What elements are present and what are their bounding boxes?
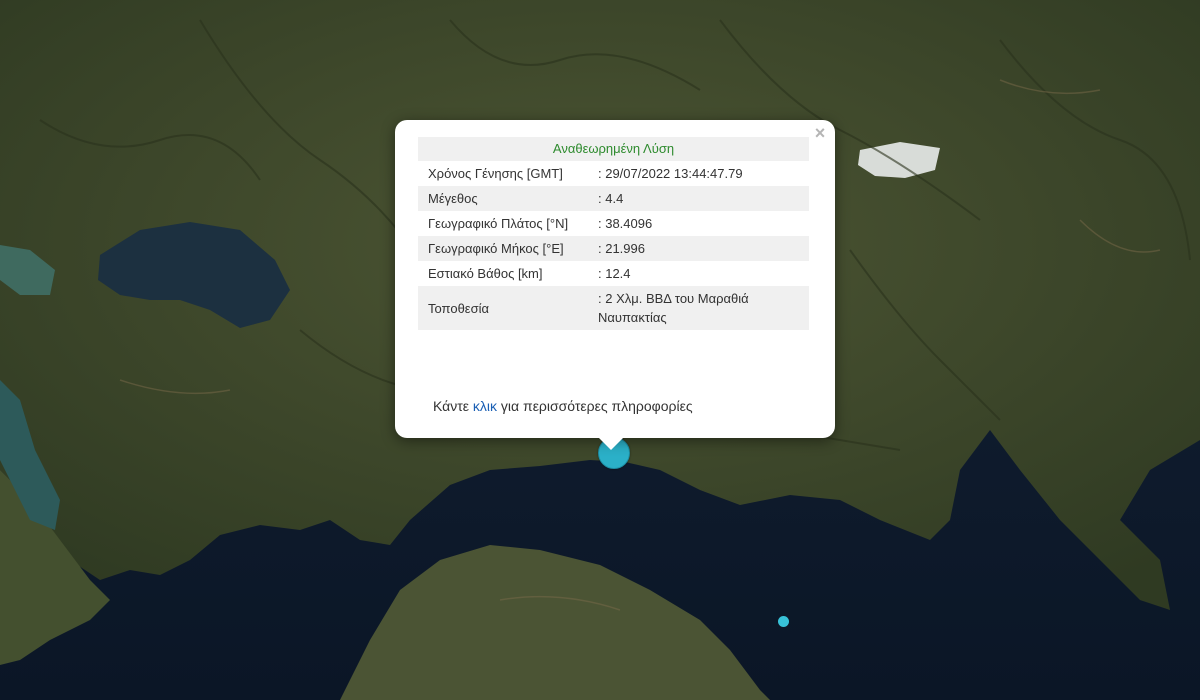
latitude-label: Γεωγραφικό Πλάτος [°N] [428, 216, 569, 231]
more-info-suffix: για περισσότερες πληροφορίες [497, 398, 693, 414]
location-label: Τοποθεσία [418, 286, 588, 330]
magnitude-value: : 4.4 [588, 186, 809, 211]
table-row: Εστιακό Βάθος [km] : 12.4 [418, 261, 809, 286]
depth-value: : 12.4 [598, 266, 631, 281]
origin-time-label: Χρόνος Γένησης [GMT] [428, 166, 563, 181]
earthquake-details-table: Χρόνος Γένησης [GMT] : 29/07/2022 13:44:… [418, 161, 809, 330]
more-info-link[interactable]: κλικ [473, 398, 497, 414]
table-row: Γεωγραφικό Πλάτος [°N] : 38.4096 [418, 211, 809, 236]
longitude-value: : 21.996 [588, 236, 809, 261]
longitude-label: Γεωγραφικό Μήκος [°E] [418, 236, 588, 261]
more-info-text: Κάντε κλικ για περισσότερες πληροφορίες [433, 398, 693, 414]
popup-tip [599, 438, 623, 450]
more-info-prefix: Κάντε [433, 398, 473, 414]
popup-title: Αναθεωρημένη Λύση [418, 137, 809, 161]
location-value: : 2 Χλμ. ΒΒΔ του Μαραθιά Ναυπακτίας [588, 286, 809, 330]
magnitude-label: Μέγεθος [418, 186, 588, 211]
depth-label: Εστιακό Βάθος [km] [428, 266, 543, 281]
table-row: Μέγεθος : 4.4 [418, 186, 809, 211]
latitude-value: : 38.4096 [598, 216, 653, 231]
earthquake-marker-small[interactable] [778, 616, 789, 627]
origin-time-value: : 29/07/2022 13:44:47.79 [598, 166, 743, 181]
table-row: Χρόνος Γένησης [GMT] : 29/07/2022 13:44:… [418, 161, 809, 186]
earthquake-info-popup: × Αναθεωρημένη Λύση Χρόνος Γένησης [GMT]… [395, 120, 835, 450]
close-icon[interactable]: × [811, 124, 829, 142]
table-row: Γεωγραφικό Μήκος [°E] : 21.996 [418, 236, 809, 261]
table-row: Τοποθεσία : 2 Χλμ. ΒΒΔ του Μαραθιά Ναυπα… [418, 286, 809, 330]
